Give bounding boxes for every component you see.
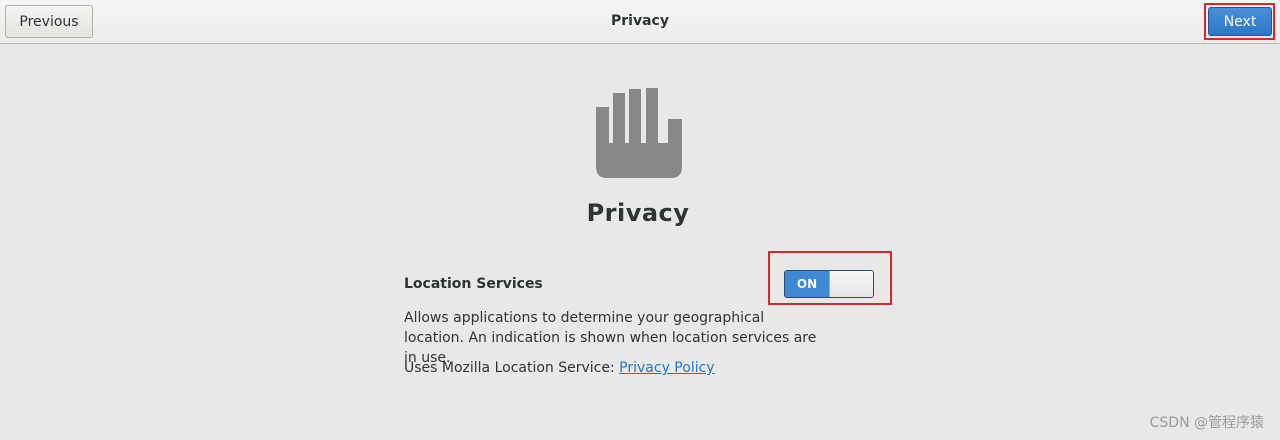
location-services-toggle[interactable]: ON: [784, 270, 874, 298]
uses-service-text: Uses Mozilla Location Service:: [404, 360, 620, 376]
privacy-policy-link[interactable]: Privacy Policy: [619, 360, 714, 376]
watermark: CSDN @管程序猿: [1149, 415, 1264, 431]
page-title: Privacy: [586, 199, 690, 227]
previous-button[interactable]: Previous: [5, 5, 93, 38]
toggle-on-label: ON: [785, 271, 829, 297]
uses-service-line: Uses Mozilla Location Service: Privacy P…: [404, 358, 715, 378]
hand-stop-icon: [596, 88, 682, 178]
header-title: Privacy: [611, 13, 669, 29]
initial-setup-window: Previous Privacy Next Privacy Location S…: [0, 0, 1280, 440]
next-button[interactable]: Next: [1208, 7, 1272, 36]
toggle-knob[interactable]: [829, 271, 873, 297]
location-services-label: Location Services: [404, 276, 543, 292]
header-bar: Previous Privacy Next: [0, 0, 1280, 44]
